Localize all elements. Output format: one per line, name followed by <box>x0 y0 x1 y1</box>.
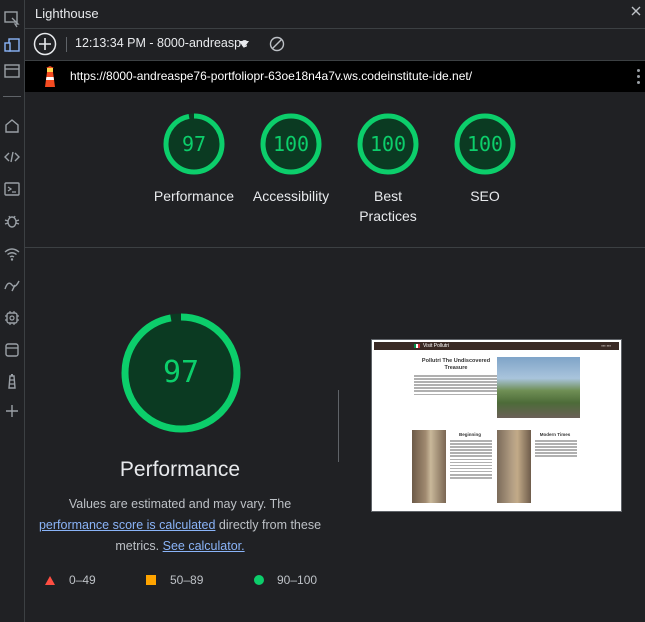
device-toggle-icon[interactable] <box>3 36 21 54</box>
thumb-card2-text <box>535 440 577 459</box>
lighthouse-toolbar: 12:13:34 PM - 8000-andreaspe <box>25 29 645 61</box>
gauge-accessibility-value: 100 <box>272 132 310 156</box>
thumb-card1-title: Beginning <box>459 432 481 437</box>
legend-fail-range: 0–49 <box>69 573 96 587</box>
close-icon[interactable] <box>629 4 643 18</box>
console-icon[interactable] <box>3 180 21 198</box>
gauge-best-practices-label-line2: Practices <box>359 208 417 224</box>
more-vert-icon[interactable] <box>637 69 641 85</box>
panel-title: Lighthouse <box>35 6 99 21</box>
gauge-accessibility[interactable]: 100 <box>259 112 323 176</box>
performance-title: Performance <box>119 458 241 481</box>
performance-gauge-large: 97 <box>120 312 242 434</box>
gauge-best-practices[interactable]: 100 <box>356 112 420 176</box>
gauge-performance[interactable]: 97 <box>162 112 226 176</box>
plus-circle-icon[interactable] <box>33 32 57 56</box>
wifi-icon[interactable] <box>3 245 21 263</box>
vertical-separator <box>338 390 339 462</box>
gauge-best-practices-label: Best Practices <box>337 186 439 226</box>
section-divider <box>25 247 645 248</box>
thumb-street-image <box>412 430 446 503</box>
toolbar-separator <box>66 37 67 52</box>
italy-flag-icon <box>414 344 420 348</box>
gauge-performance-label: Performance <box>153 188 235 204</box>
thumb-heading: Pollutri The Undiscovered Treasure <box>421 358 491 371</box>
thumb-brand: Visit Pollutri <box>423 343 450 349</box>
gauge-best-practices-label-line1: Best <box>373 188 402 204</box>
report-url[interactable]: https://8000-andreaspe76-portfoliopr-63o… <box>70 69 472 83</box>
gauge-accessibility-label: Accessibility <box>252 188 330 204</box>
see-calculator-link[interactable]: See calculator. <box>163 539 245 553</box>
block-icon[interactable] <box>269 36 285 52</box>
report-selector[interactable]: 12:13:34 PM - 8000-andreaspe <box>75 36 247 50</box>
performance-icon[interactable] <box>3 277 21 295</box>
gauge-seo-label: SEO <box>470 188 500 204</box>
code-icon[interactable] <box>3 148 21 166</box>
performance-score-link[interactable]: performance score is calculated <box>39 518 215 532</box>
panel-title-bar: Lighthouse <box>25 0 645 29</box>
legend-average-icon <box>146 575 156 585</box>
cpu-icon[interactable] <box>3 309 21 327</box>
inspect-icon[interactable] <box>3 10 21 28</box>
home-icon[interactable] <box>3 117 21 135</box>
final-screenshot-thumbnail[interactable]: Visit Pollutri ▪▪▪ ▪▪▪ Pollutri The Undi… <box>371 339 622 512</box>
gauge-best-practices-value: 100 <box>369 132 407 156</box>
gauge-performance-value: 97 <box>181 132 207 156</box>
thumb-card2-title: Modern Times <box>539 432 571 437</box>
thumb-text-block <box>414 375 498 397</box>
gauge-seo-value: 100 <box>466 132 504 156</box>
performance-description: Values are estimated and may vary. The p… <box>30 494 330 557</box>
add-icon[interactable] <box>3 402 21 420</box>
report-url-bar: https://8000-andreaspe76-portfoliopr-63o… <box>25 61 645 92</box>
lighthouse-icon[interactable] <box>3 372 21 390</box>
application-icon[interactable] <box>3 341 21 359</box>
bug-icon[interactable] <box>3 212 21 230</box>
activity-bar <box>0 0 25 622</box>
chevron-down-icon[interactable] <box>239 41 249 48</box>
thumb-town-image <box>497 430 531 503</box>
window-icon[interactable] <box>3 62 21 80</box>
desc-text-1: Values are estimated and may vary. The <box>68 497 292 511</box>
sidebar-divider <box>3 96 21 97</box>
thumb-landscape-image <box>497 357 580 418</box>
thumb-menu-icon: ▪▪▪ ▪▪▪ <box>601 343 611 348</box>
gauge-seo[interactable]: 100 <box>453 112 517 176</box>
legend-fail-icon <box>45 576 55 585</box>
performance-score-value: 97 <box>162 355 200 390</box>
legend-average-range: 50–89 <box>170 573 204 587</box>
thumb-card1-text <box>450 440 492 480</box>
legend-pass-range: 90–100 <box>277 573 318 587</box>
thumb-navbar: Visit Pollutri ▪▪▪ ▪▪▪ <box>374 342 619 350</box>
lighthouse-logo-icon <box>40 66 60 88</box>
legend-pass-icon <box>254 575 264 585</box>
